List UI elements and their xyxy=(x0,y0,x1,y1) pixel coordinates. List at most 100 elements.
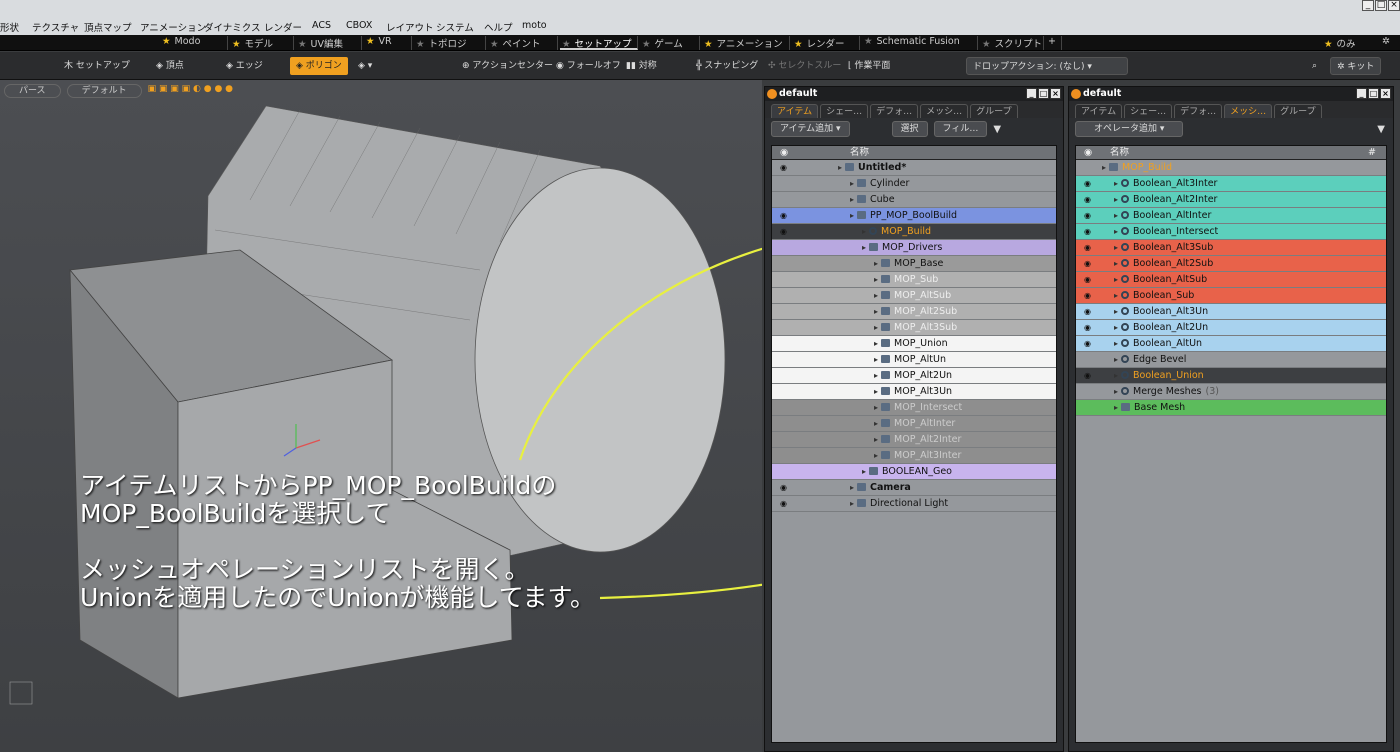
expand-icon[interactable]: ▸ xyxy=(874,275,878,284)
eye-icon[interactable]: ◉ xyxy=(1084,304,1091,319)
expand-icon[interactable]: ▸ xyxy=(874,387,878,396)
gear-icon[interactable]: ✲ xyxy=(1380,36,1390,50)
maximize-button[interactable]: □ xyxy=(1368,88,1379,99)
expand-icon[interactable]: ▸ xyxy=(874,371,878,380)
menu-item[interactable]: ダイナミクス xyxy=(204,20,261,34)
list-item[interactable]: ▸ Base Mesh xyxy=(1076,400,1386,416)
list-item[interactable]: ▸ MOP_Alt2Un xyxy=(772,368,1056,384)
eye-icon[interactable]: ◉ xyxy=(1084,176,1091,191)
expand-icon[interactable]: ▸ xyxy=(862,467,866,476)
eye-icon[interactable]: ◉ xyxy=(1084,320,1091,335)
maximize-button[interactable]: □ xyxy=(1038,88,1049,99)
select-button[interactable]: 選択 xyxy=(891,121,928,137)
list-item[interactable]: ◉ ▸ Boolean_Alt2Sub xyxy=(1076,256,1386,272)
expand-icon[interactable]: ▸ xyxy=(874,323,878,332)
expand-icon[interactable]: ▸ xyxy=(1114,339,1118,348)
expand-icon[interactable]: ▸ xyxy=(874,307,878,316)
menu-item[interactable]: テクスチャ xyxy=(32,20,79,34)
layout-tab[interactable]: ★ VR xyxy=(364,36,412,50)
expand-icon[interactable]: ▸ xyxy=(1114,291,1118,300)
panel-tab[interactable]: グループ xyxy=(1274,104,1322,118)
list-item[interactable]: ▸ MOP_Base xyxy=(772,256,1056,272)
layout-tab[interactable]: ★ セットアップ xyxy=(560,36,638,50)
list-item[interactable]: ◉ ▸ Boolean_Intersect xyxy=(1076,224,1386,240)
list-item[interactable]: ▸ MOP_Alt2Sub xyxy=(772,304,1056,320)
vertex-mode-button[interactable]: ◈ 頂点 xyxy=(156,57,184,75)
expand-icon[interactable]: ▸ xyxy=(874,259,878,268)
edge-mode-button[interactable]: ◈ エッジ xyxy=(226,57,263,75)
layout-tab[interactable]: ★ モデル xyxy=(230,36,294,50)
expand-icon[interactable]: ▸ xyxy=(874,435,878,444)
eye-icon[interactable]: ◉ xyxy=(1084,272,1091,287)
menu-item[interactable]: ACS xyxy=(312,20,331,31)
expand-icon[interactable]: ▸ xyxy=(850,483,854,492)
layout-tab[interactable]: ★ レンダー xyxy=(792,36,860,50)
item-mode-button[interactable]: ◈ ▾ xyxy=(358,57,372,75)
eye-icon[interactable]: ◉ xyxy=(1084,224,1091,239)
list-item[interactable]: ▸ MOP_Drivers xyxy=(772,240,1056,256)
list-item[interactable]: ▸ BOOLEAN_Geo xyxy=(772,464,1056,480)
expand-icon[interactable]: ▸ xyxy=(1114,179,1118,188)
list-item[interactable]: ◉ ▸ Boolean_Alt3Sub xyxy=(1076,240,1386,256)
expand-icon[interactable]: ▸ xyxy=(1114,275,1118,284)
expand-icon[interactable]: ▸ xyxy=(1114,195,1118,204)
eye-icon[interactable]: ◉ xyxy=(1084,240,1091,255)
eye-icon[interactable]: ◉ xyxy=(1084,208,1091,223)
layout-tab[interactable]: ★ Modo xyxy=(160,36,228,50)
kit-button[interactable]: ✲ キット xyxy=(1330,57,1382,75)
list-item[interactable]: ◉ ▸ MOP_Build xyxy=(772,224,1056,240)
panel-tab[interactable]: メッシ… xyxy=(1224,104,1273,118)
minimize-button[interactable]: _ xyxy=(1356,88,1367,99)
list-item[interactable]: ▸ MOP_Alt2Inter xyxy=(772,432,1056,448)
list-item[interactable]: ◉ ▸ Untitled* xyxy=(772,160,1056,176)
list-item[interactable]: ▸ Merge Meshes (3) xyxy=(1076,384,1386,400)
layout-tab[interactable]: + xyxy=(1046,36,1062,50)
panel-tab[interactable]: デフォ… xyxy=(870,104,919,118)
expand-icon[interactable]: ▸ xyxy=(1114,307,1118,316)
expand-icon[interactable]: ▸ xyxy=(850,499,854,508)
falloff-button[interactable]: ◉ フォールオフ xyxy=(556,57,621,75)
menu-item[interactable]: レイアウト xyxy=(386,20,434,34)
expand-icon[interactable]: ▸ xyxy=(1114,227,1118,236)
list-item[interactable]: ◉ ▸ Boolean_AltSub xyxy=(1076,272,1386,288)
workplane-button[interactable]: ⌊ 作業平面 xyxy=(848,57,890,75)
expand-icon[interactable]: ▸ xyxy=(874,355,878,364)
list-item[interactable]: ▸ MOP_Alt3Sub xyxy=(772,320,1056,336)
list-item[interactable]: ◉ ▸ Boolean_Sub xyxy=(1076,288,1386,304)
panel-tab[interactable]: アイテム xyxy=(771,104,819,118)
panel-tab[interactable]: グループ xyxy=(970,104,1018,118)
snapping-button[interactable]: ╬ スナッピング xyxy=(696,57,758,75)
menu-item[interactable]: レンダー xyxy=(264,20,302,34)
expand-icon[interactable]: ▸ xyxy=(850,211,854,220)
menu-item[interactable]: 頂点マップ xyxy=(84,20,132,34)
setup-button[interactable]: ⽊ セットアップ xyxy=(64,57,130,75)
list-item[interactable]: ◉ ▸ Boolean_Alt3Un xyxy=(1076,304,1386,320)
close-button[interactable]: × xyxy=(1388,0,1400,11)
expand-icon[interactable]: ▸ xyxy=(850,195,854,204)
menu-item[interactable]: CBOX xyxy=(346,20,372,31)
menu-item[interactable]: moto xyxy=(522,20,547,31)
expand-icon[interactable]: ▸ xyxy=(1114,355,1118,364)
filter-icon[interactable]: ▼ xyxy=(993,124,1001,135)
expand-icon[interactable]: ▸ xyxy=(874,419,878,428)
list-item[interactable]: ◉ ▸ Boolean_Union xyxy=(1076,368,1386,384)
expand-icon[interactable]: ▸ xyxy=(1114,259,1118,268)
expand-icon[interactable]: ▸ xyxy=(1114,387,1118,396)
panel-tab[interactable]: アイテム xyxy=(1075,104,1123,118)
list-item[interactable]: ◉ ▸ Boolean_AltInter xyxy=(1076,208,1386,224)
list-item[interactable]: ▸ MOP_Build xyxy=(1076,160,1386,176)
polygon-mode-button[interactable]: ◈ ポリゴン xyxy=(290,57,348,75)
expand-icon[interactable]: ▸ xyxy=(1114,403,1118,412)
maximize-button[interactable]: □ xyxy=(1375,0,1387,11)
expand-icon[interactable]: ▸ xyxy=(1102,163,1106,172)
select-through-button[interactable]: ✣ セレクトスルー xyxy=(768,57,841,75)
eye-icon[interactable]: ◉ xyxy=(1084,336,1091,351)
expand-icon[interactable]: ▸ xyxy=(1114,211,1118,220)
layout-tab[interactable]: ★ スクリプト xyxy=(980,36,1044,50)
list-item[interactable]: ◉ ▸ Boolean_Alt2Un xyxy=(1076,320,1386,336)
layout-tab[interactable]: ★ トポロジ xyxy=(414,36,486,50)
eye-icon[interactable]: ◉ xyxy=(1084,256,1091,271)
list-item[interactable]: ▸ MOP_Alt3Un xyxy=(772,384,1056,400)
panel-tab[interactable]: メッシ… xyxy=(920,104,969,118)
expand-icon[interactable]: ▸ xyxy=(874,451,878,460)
